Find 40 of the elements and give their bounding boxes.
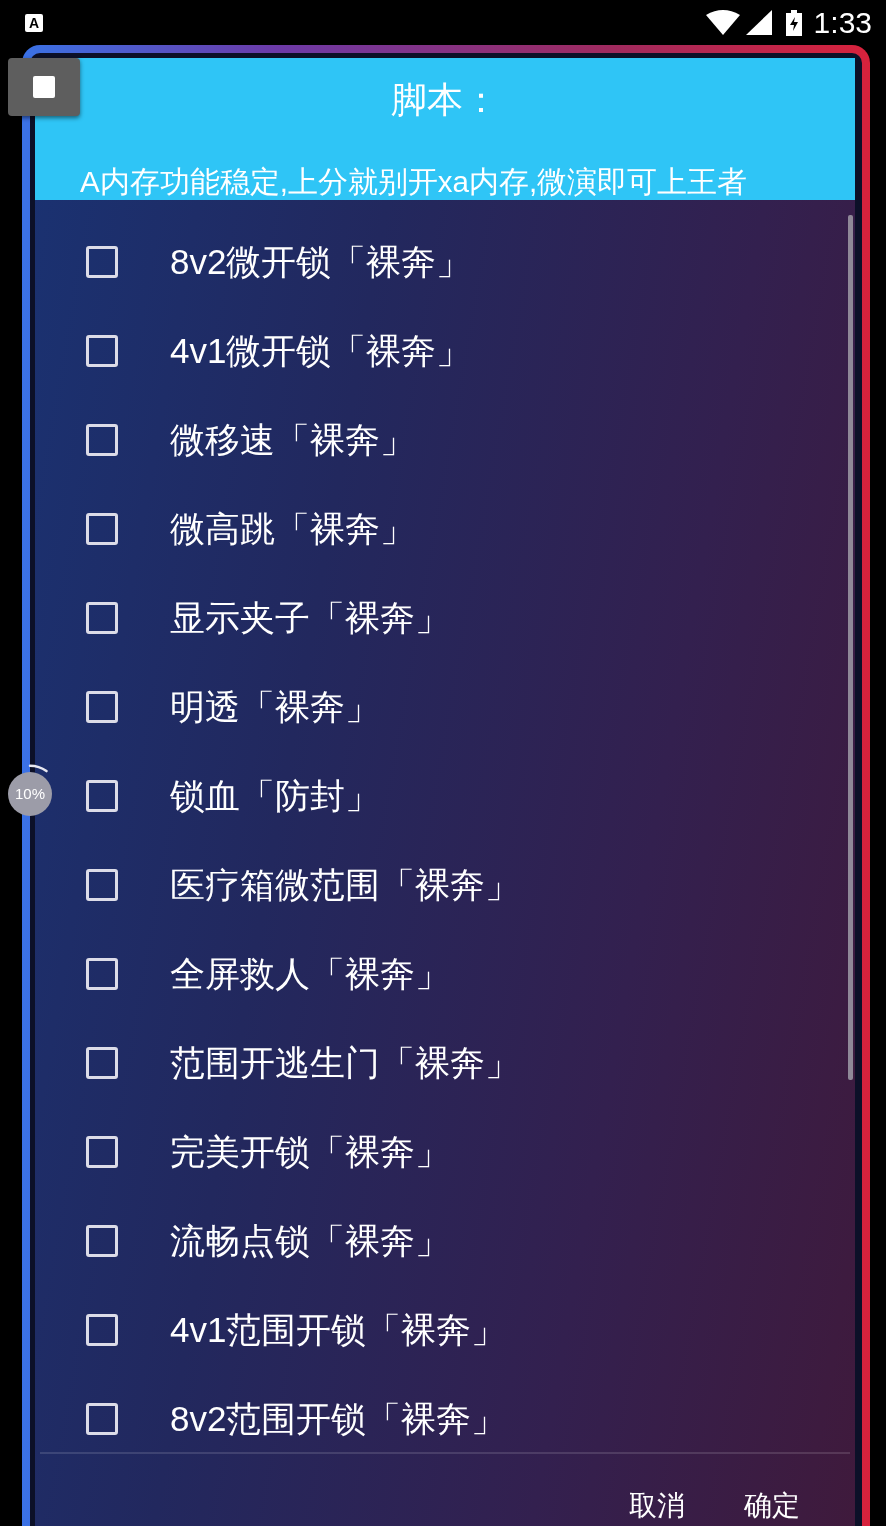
checkbox[interactable] (86, 957, 118, 990)
option-label[interactable]: 范围开逃生门「裸奔」 (170, 1041, 520, 1084)
option-label[interactable]: 全屏救人「裸奔」 (170, 952, 450, 995)
dialog-message: A内存功能稳定,上分就别开xa内存,微演即可上王者 (80, 164, 748, 200)
signal-icon (745, 10, 772, 35)
confirm-button[interactable]: 确定 (732, 1487, 812, 1525)
progress-arc-icon (28, 764, 48, 773)
checkbox[interactable] (86, 1046, 118, 1079)
option-label[interactable]: 微移速「裸奔」 (170, 418, 415, 461)
checkbox[interactable] (86, 423, 118, 456)
wifi-icon (705, 10, 740, 35)
option-label[interactable]: 8v2范围开锁「裸奔」 (170, 1397, 507, 1440)
dialog-title: 脚本： (391, 78, 499, 122)
checkbox[interactable] (86, 779, 118, 812)
option-label[interactable]: 8v2微开锁「裸奔」 (170, 240, 472, 283)
checkbox[interactable] (86, 512, 118, 545)
checkbox[interactable] (86, 245, 118, 278)
battery-charging-icon (785, 9, 802, 36)
stop-button[interactable] (8, 58, 80, 116)
option-label[interactable]: 完美开锁「裸奔」 (170, 1130, 450, 1173)
checkbox[interactable] (86, 601, 118, 634)
option-label[interactable]: 明透「裸奔」 (170, 685, 380, 728)
option-label[interactable]: 4v1微开锁「裸奔」 (170, 329, 472, 372)
checkbox[interactable] (86, 1224, 118, 1257)
checkbox[interactable] (86, 334, 118, 367)
status-time: 1:33 (813, 5, 872, 40)
option-label[interactable]: 4v1范围开锁「裸奔」 (170, 1308, 507, 1351)
checkbox[interactable] (86, 690, 118, 723)
option-label[interactable]: 显示夹子「裸奔」 (170, 596, 450, 639)
option-label[interactable]: 流畅点锁「裸奔」 (170, 1219, 450, 1262)
option-label[interactable]: 锁血「防封」 (170, 774, 380, 817)
checkbox[interactable] (86, 1313, 118, 1346)
checkbox[interactable] (86, 1402, 118, 1435)
option-label[interactable]: 医疗箱微范围「裸奔」 (170, 863, 520, 906)
cancel-button[interactable]: 取消 (617, 1487, 697, 1525)
checkbox[interactable] (86, 868, 118, 901)
checkbox[interactable] (86, 1135, 118, 1168)
option-label[interactable]: 微高跳「裸奔」 (170, 507, 415, 550)
stop-icon (33, 76, 55, 98)
notification-icon: A (25, 13, 43, 32)
